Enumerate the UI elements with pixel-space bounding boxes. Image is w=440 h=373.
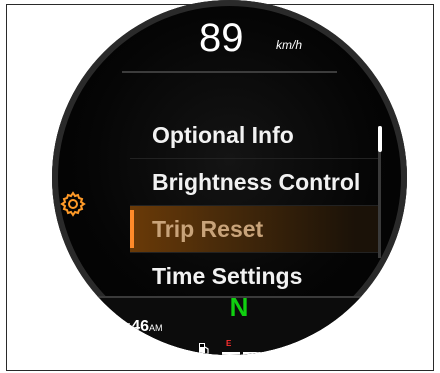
menu-item-label: Time Settings (152, 263, 303, 289)
menu-item-brightness-control[interactable]: Brightness Control (130, 159, 380, 206)
settings-menu: Optional Info Brightness Control Trip Re… (130, 112, 380, 300)
menu-item-label: Brightness Control (152, 169, 361, 195)
fuel-empty-label: E (226, 339, 232, 348)
menu-item-time-settings[interactable]: Time Settings (130, 253, 380, 300)
gear-icon[interactable] (60, 191, 86, 217)
fuel-pump-icon (198, 342, 210, 355)
instrument-dial: 89 km/h Optional Info Brightness Control… (52, 0, 407, 355)
menu-item-label: Optional Info (152, 122, 294, 148)
fuel-segment (348, 352, 366, 355)
clock-ampm: AM (149, 323, 163, 333)
fuel-segment (243, 352, 261, 355)
fuel-segment (264, 352, 282, 355)
fuel-gauge (222, 352, 372, 355)
fuel-segment (306, 352, 324, 355)
clock-time: 11:46 (109, 318, 150, 335)
fuel-segment (222, 352, 240, 355)
menu-item-optional-info[interactable]: Optional Info (130, 112, 380, 159)
display-frame: 89 km/h Optional Info Brightness Control… (6, 0, 434, 371)
menu-item-label: Trip Reset (152, 216, 264, 242)
speed-unit: km/h (276, 38, 303, 52)
fuel-segment (285, 352, 303, 355)
speed-value: 89 (199, 16, 244, 60)
menu-item-trip-reset[interactable]: Trip Reset (130, 206, 380, 253)
clock: 11:46AM (109, 318, 163, 336)
menu-scroll-thumb[interactable] (378, 126, 382, 152)
fuel-segment (327, 352, 345, 355)
gear-position-indicator: N (229, 292, 249, 322)
fuel-full-label: F (362, 339, 367, 348)
